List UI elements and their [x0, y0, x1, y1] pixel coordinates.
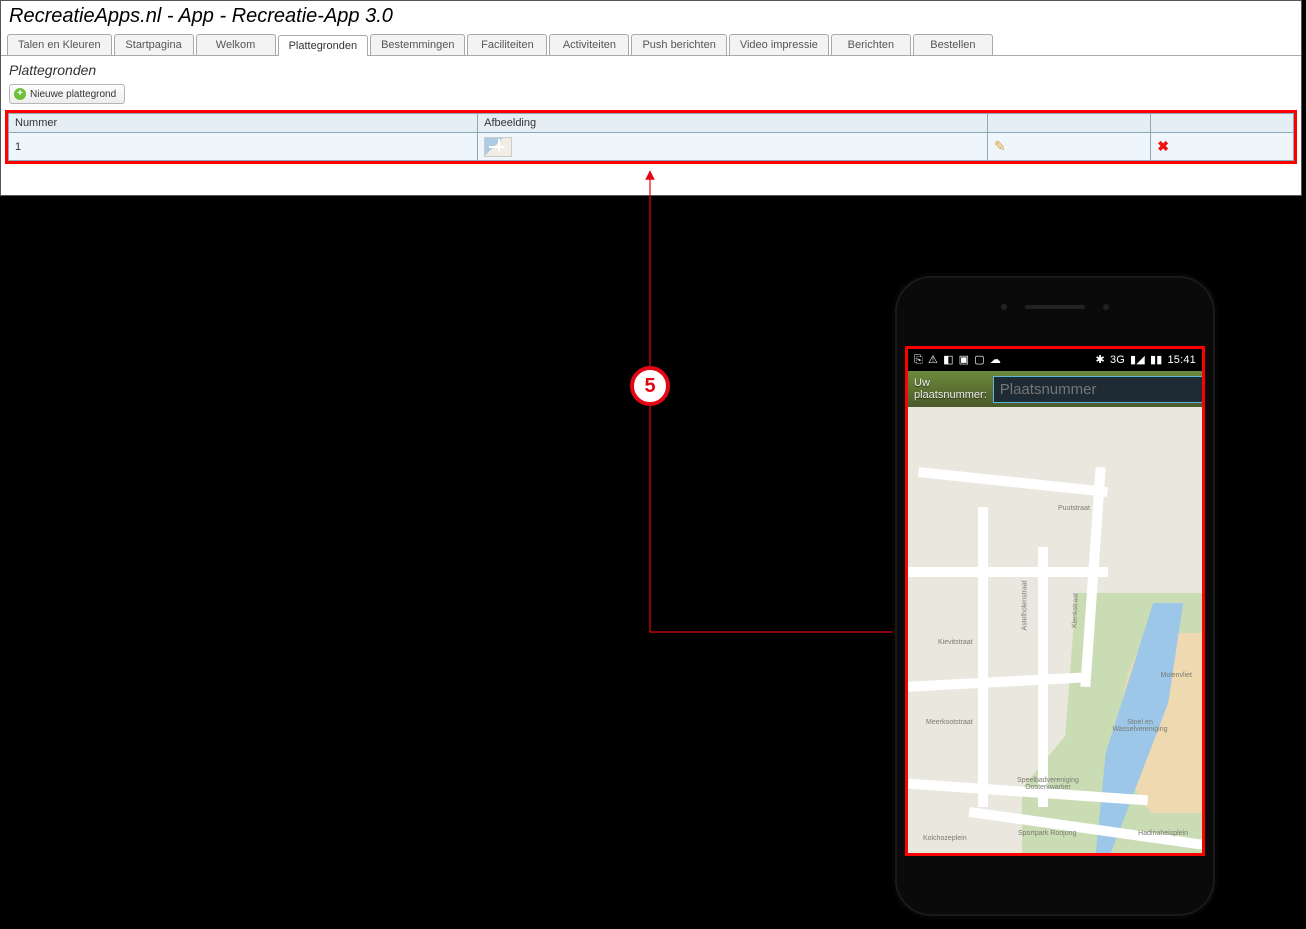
- page-title: RecreatieApps.nl - App - Recreatie-App 3…: [1, 1, 1301, 34]
- usb-icon: ⎘: [914, 355, 923, 366]
- tab-video-impressie[interactable]: Video impressie: [729, 34, 829, 55]
- th-afbeelding: Afbeelding: [478, 114, 988, 133]
- th-delete: [1151, 114, 1294, 133]
- plattegronden-table: Nummer Afbeelding 1 ✎ ✖: [8, 113, 1294, 161]
- map-label: Stoel en Wasselvereniging: [1110, 719, 1170, 733]
- plus-icon: +: [14, 88, 26, 100]
- tab-push-berichten[interactable]: Push berichten: [631, 34, 726, 55]
- network-3g-label: 3G: [1110, 355, 1125, 366]
- warning-icon: ⚠: [928, 355, 938, 366]
- map-road: [1038, 547, 1048, 807]
- table-row: 1 ✎ ✖: [9, 133, 1294, 161]
- tab-bestemmingen[interactable]: Bestemmingen: [370, 34, 465, 55]
- app-icon-1: ◧: [943, 355, 954, 366]
- phone-sensors: [1001, 304, 1109, 310]
- admin-panel: RecreatieApps.nl - App - Recreatie-App 3…: [0, 0, 1302, 196]
- map-canvas[interactable]: Puutstraat Kievitstraat Astelholenstraat…: [908, 407, 1202, 853]
- callout-badge-5: 5: [630, 366, 670, 406]
- cell-afbeelding: [478, 133, 988, 161]
- phone-mockup: ⎘ ⚠ ◧ ▣ ▢ ☁ ✱ 3G ▮◢ ▮▮ 15:41 Uw plaatsnu…: [895, 276, 1215, 916]
- tab-berichten[interactable]: Berichten: [831, 34, 911, 55]
- map-thumbnail-icon: [484, 137, 512, 157]
- map-road: [908, 567, 1108, 577]
- new-plattegrond-label: Nieuwe plattegrond: [30, 89, 116, 100]
- delete-icon: ✖: [1157, 138, 1169, 154]
- sync-icon: ☁: [990, 355, 1001, 366]
- pencil-icon: ✎: [994, 138, 1006, 154]
- th-nummer: Nummer: [9, 114, 478, 133]
- plaatsnummer-label: Uw plaatsnummer:: [914, 377, 987, 401]
- map-label: Molenvliet: [1160, 672, 1192, 679]
- map-road: [918, 467, 1108, 497]
- bluetooth-icon: ✱: [1096, 355, 1105, 366]
- new-plattegrond-button[interactable]: + Nieuwe plattegrond: [9, 84, 125, 104]
- battery-icon: ▮▮: [1150, 355, 1163, 366]
- tab-plattegronden[interactable]: Plattegronden: [278, 35, 369, 56]
- signal-icon: ▮◢: [1130, 355, 1145, 366]
- plattegronden-table-highlight: Nummer Afbeelding 1 ✎ ✖: [5, 110, 1297, 164]
- map-label: Hadinaheisplein: [1138, 830, 1188, 837]
- map-label: Klenkstraat: [1071, 593, 1079, 628]
- tab-startpagina[interactable]: Startpagina: [114, 34, 194, 55]
- th-edit: [988, 114, 1151, 133]
- cell-edit[interactable]: ✎: [988, 133, 1151, 161]
- map-label: Kievitstraat: [938, 639, 973, 646]
- phone-screen: ⎘ ⚠ ◧ ▣ ▢ ☁ ✱ 3G ▮◢ ▮▮ 15:41 Uw plaatsnu…: [905, 346, 1205, 856]
- tab-activiteiten[interactable]: Activiteiten: [549, 34, 629, 55]
- plaatsnummer-input[interactable]: [993, 376, 1205, 403]
- cell-delete[interactable]: ✖: [1151, 133, 1294, 161]
- tab-faciliteiten[interactable]: Faciliteiten: [467, 34, 547, 55]
- map-label: Astelholenstraat: [1022, 580, 1029, 630]
- map-label: Speelbadvereniging Oosterkwartier: [1008, 777, 1088, 791]
- clock: 15:41: [1167, 355, 1196, 366]
- map-road: [908, 672, 1088, 691]
- app-icon-3: ▢: [974, 355, 985, 366]
- search-band: Uw plaatsnummer:: [908, 371, 1202, 407]
- map-label: Sportpark Roojong: [1018, 830, 1076, 837]
- status-left: ⎘ ⚠ ◧ ▣ ▢ ☁: [914, 355, 1001, 366]
- tab-bestellen[interactable]: Bestellen: [913, 34, 993, 55]
- map-label: Meerkootstraat: [926, 719, 973, 726]
- app-icon-2: ▣: [959, 355, 970, 366]
- map-label: Puutstraat: [1058, 505, 1090, 512]
- map-label: Kolchozeplein: [923, 835, 967, 842]
- map-road: [978, 507, 988, 807]
- cell-nummer: 1: [9, 133, 478, 161]
- section-title: Plattegronden: [1, 56, 1301, 80]
- tabs: Talen en KleurenStartpaginaWelkomPlatteg…: [1, 34, 1301, 56]
- tab-welkom[interactable]: Welkom: [196, 34, 276, 55]
- status-bar: ⎘ ⚠ ◧ ▣ ▢ ☁ ✱ 3G ▮◢ ▮▮ 15:41: [908, 349, 1202, 371]
- status-right: ✱ 3G ▮◢ ▮▮ 15:41: [1096, 355, 1196, 366]
- tab-talen-en-kleuren[interactable]: Talen en Kleuren: [7, 34, 112, 55]
